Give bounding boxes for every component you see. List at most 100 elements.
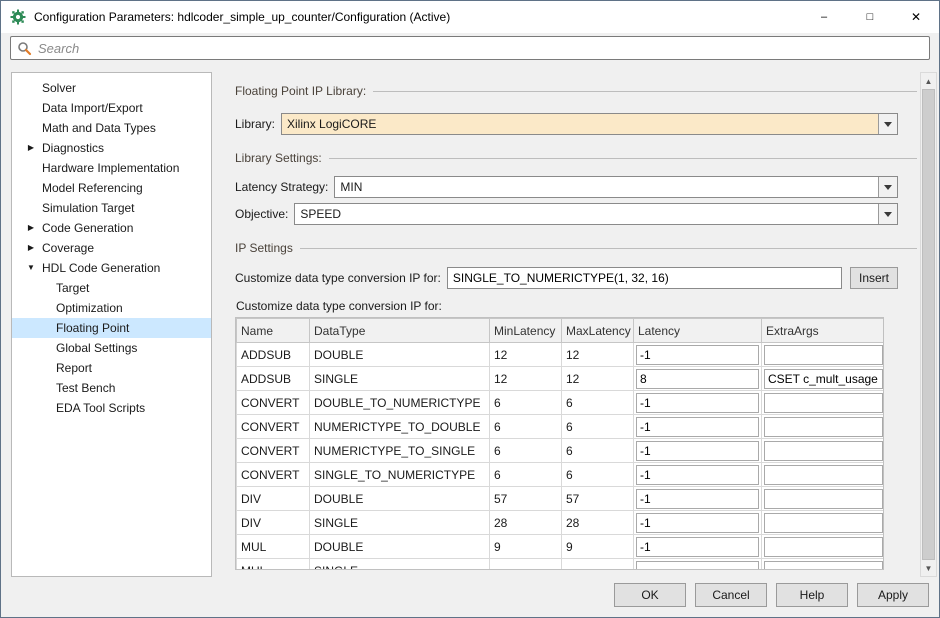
sidebar-item-math-and-data-types[interactable]: Math and Data Types	[12, 118, 211, 138]
table-row[interactable]: MUL SINGLE	[236, 558, 883, 569]
tree-expand-icon[interactable]: ▶	[25, 138, 37, 158]
sidebar-item-simulation-target[interactable]: Simulation Target	[12, 198, 211, 218]
cell-latency	[633, 462, 762, 487]
sidebar-item-report[interactable]: Report	[12, 358, 211, 378]
sidebar-item-target[interactable]: Target	[12, 278, 211, 298]
tree-expand-icon[interactable]: ▶	[25, 218, 37, 238]
sidebar-item-global-settings[interactable]: Global Settings	[12, 338, 211, 358]
cell-name: CONVERT	[236, 390, 310, 415]
latency-input[interactable]	[636, 512, 759, 533]
latency-input[interactable]	[636, 344, 759, 365]
latency-input[interactable]	[636, 560, 759, 569]
scroll-thumb[interactable]	[922, 89, 935, 560]
table-row[interactable]: DIV SINGLE 28 28	[236, 510, 883, 535]
cell-minlatency: 6	[489, 438, 562, 463]
cell-maxlatency: 9	[561, 534, 634, 559]
table-row[interactable]: ADDSUB SINGLE 12 12	[236, 366, 883, 391]
latency-input[interactable]	[636, 536, 759, 557]
sidebar-item-diagnostics[interactable]: ▶ Diagnostics	[12, 138, 211, 158]
table-row[interactable]: CONVERT DOUBLE_TO_NUMERICTYPE 6 6	[236, 390, 883, 415]
sidebar-item-label: Data Import/Export	[42, 101, 143, 115]
objective-field-row: Objective: SPEED	[235, 203, 898, 225]
table-row[interactable]: DIV DOUBLE 57 57	[236, 486, 883, 511]
table-row[interactable]: ADDSUB DOUBLE 12 12	[236, 342, 883, 367]
cell-maxlatency	[561, 558, 634, 569]
cell-minlatency: 9	[489, 534, 562, 559]
latency-input[interactable]	[636, 368, 759, 389]
extraargs-input[interactable]	[764, 440, 883, 461]
sidebar-item-data-import-export[interactable]: Data Import/Export	[12, 98, 211, 118]
scroll-up-icon[interactable]: ▲	[921, 73, 936, 89]
objective-dropdown-button[interactable]	[878, 204, 897, 224]
cell-extraargs	[761, 390, 883, 415]
latency-input[interactable]	[636, 392, 759, 413]
cell-maxlatency: 12	[561, 342, 634, 367]
table-header-row: Name DataType MinLatency MaxLatency Late…	[236, 318, 883, 343]
sidebar-item-label: Math and Data Types	[42, 121, 156, 135]
extraargs-input[interactable]	[764, 560, 883, 569]
extraargs-input[interactable]	[764, 488, 883, 509]
sidebar-item-hdl-code-generation[interactable]: ▼ HDL Code Generation	[12, 258, 211, 278]
sidebar-item-hardware-implementation[interactable]: Hardware Implementation	[12, 158, 211, 178]
customize-ip-input[interactable]	[446, 267, 842, 289]
extraargs-input[interactable]	[764, 344, 883, 365]
extraargs-input[interactable]	[764, 512, 883, 533]
sidebar-item-coverage[interactable]: ▶ Coverage	[12, 238, 211, 258]
latency-strategy-dropdown[interactable]: MIN	[334, 176, 898, 198]
cell-maxlatency: 6	[561, 390, 634, 415]
latency-input[interactable]	[636, 464, 759, 485]
cell-extraargs	[761, 342, 883, 367]
sidebar-item-test-bench[interactable]: Test Bench	[12, 378, 211, 398]
extraargs-input[interactable]	[764, 368, 883, 389]
search-box[interactable]	[10, 36, 930, 60]
latency-strategy-dropdown-button[interactable]	[878, 177, 897, 197]
sidebar-item-label: Hardware Implementation	[42, 161, 180, 175]
library-dropdown[interactable]: Xilinx LogiCORE	[281, 113, 898, 135]
library-dropdown-value: Xilinx LogiCORE	[287, 117, 377, 131]
sidebar-item-floating-point[interactable]: Floating Point	[12, 318, 211, 338]
objective-dropdown[interactable]: SPEED	[294, 203, 898, 225]
sidebar-item-code-generation[interactable]: ▶ Code Generation	[12, 218, 211, 238]
sidebar-item-model-referencing[interactable]: Model Referencing	[12, 178, 211, 198]
cell-datatype: DOUBLE	[309, 534, 490, 559]
close-button[interactable]: ✕	[893, 1, 939, 33]
table-row[interactable]: CONVERT NUMERICTYPE_TO_DOUBLE 6 6	[236, 414, 883, 439]
extraargs-input[interactable]	[764, 416, 883, 437]
latency-input[interactable]	[636, 440, 759, 461]
cell-minlatency: 12	[489, 342, 562, 367]
library-dropdown-button[interactable]	[878, 114, 897, 134]
cancel-button[interactable]: Cancel	[695, 583, 767, 607]
insert-button[interactable]: Insert	[850, 267, 898, 289]
column-header-name: Name	[236, 318, 310, 343]
search-input[interactable]	[38, 40, 923, 56]
cell-name: DIV	[236, 486, 310, 511]
extraargs-input[interactable]	[764, 536, 883, 557]
cell-minlatency: 12	[489, 366, 562, 391]
extraargs-input[interactable]	[764, 392, 883, 413]
cell-maxlatency: 57	[561, 486, 634, 511]
table-row[interactable]: CONVERT NUMERICTYPE_TO_SINGLE 6 6	[236, 438, 883, 463]
help-button[interactable]: Help	[776, 583, 848, 607]
latency-input[interactable]	[636, 488, 759, 509]
tree-expand-icon[interactable]: ▼	[25, 258, 37, 278]
cell-name: CONVERT	[236, 438, 310, 463]
maximize-button[interactable]: □	[847, 1, 893, 33]
ok-button[interactable]: OK	[614, 583, 686, 607]
cell-extraargs	[761, 462, 883, 487]
minimize-button[interactable]: –	[801, 1, 847, 33]
extraargs-input[interactable]	[764, 464, 883, 485]
vertical-scrollbar[interactable]: ▲ ▼	[920, 72, 937, 577]
ip-latency-table: Name DataType MinLatency MaxLatency Late…	[236, 318, 883, 569]
scroll-down-icon[interactable]: ▼	[921, 560, 936, 576]
sidebar-item-optimization[interactable]: Optimization	[12, 298, 211, 318]
sidebar-item-solver[interactable]: Solver	[12, 78, 211, 98]
sidebar-item-eda-tool-scripts[interactable]: EDA Tool Scripts	[12, 398, 211, 418]
table-row[interactable]: CONVERT SINGLE_TO_NUMERICTYPE 6 6	[236, 462, 883, 487]
tree-expand-icon[interactable]: ▶	[25, 238, 37, 258]
table-row[interactable]: MUL DOUBLE 9 9	[236, 534, 883, 559]
apply-button[interactable]: Apply	[857, 583, 929, 607]
cell-maxlatency: 6	[561, 462, 634, 487]
latency-input[interactable]	[636, 416, 759, 437]
cell-maxlatency: 12	[561, 366, 634, 391]
objective-label: Objective:	[235, 207, 289, 221]
